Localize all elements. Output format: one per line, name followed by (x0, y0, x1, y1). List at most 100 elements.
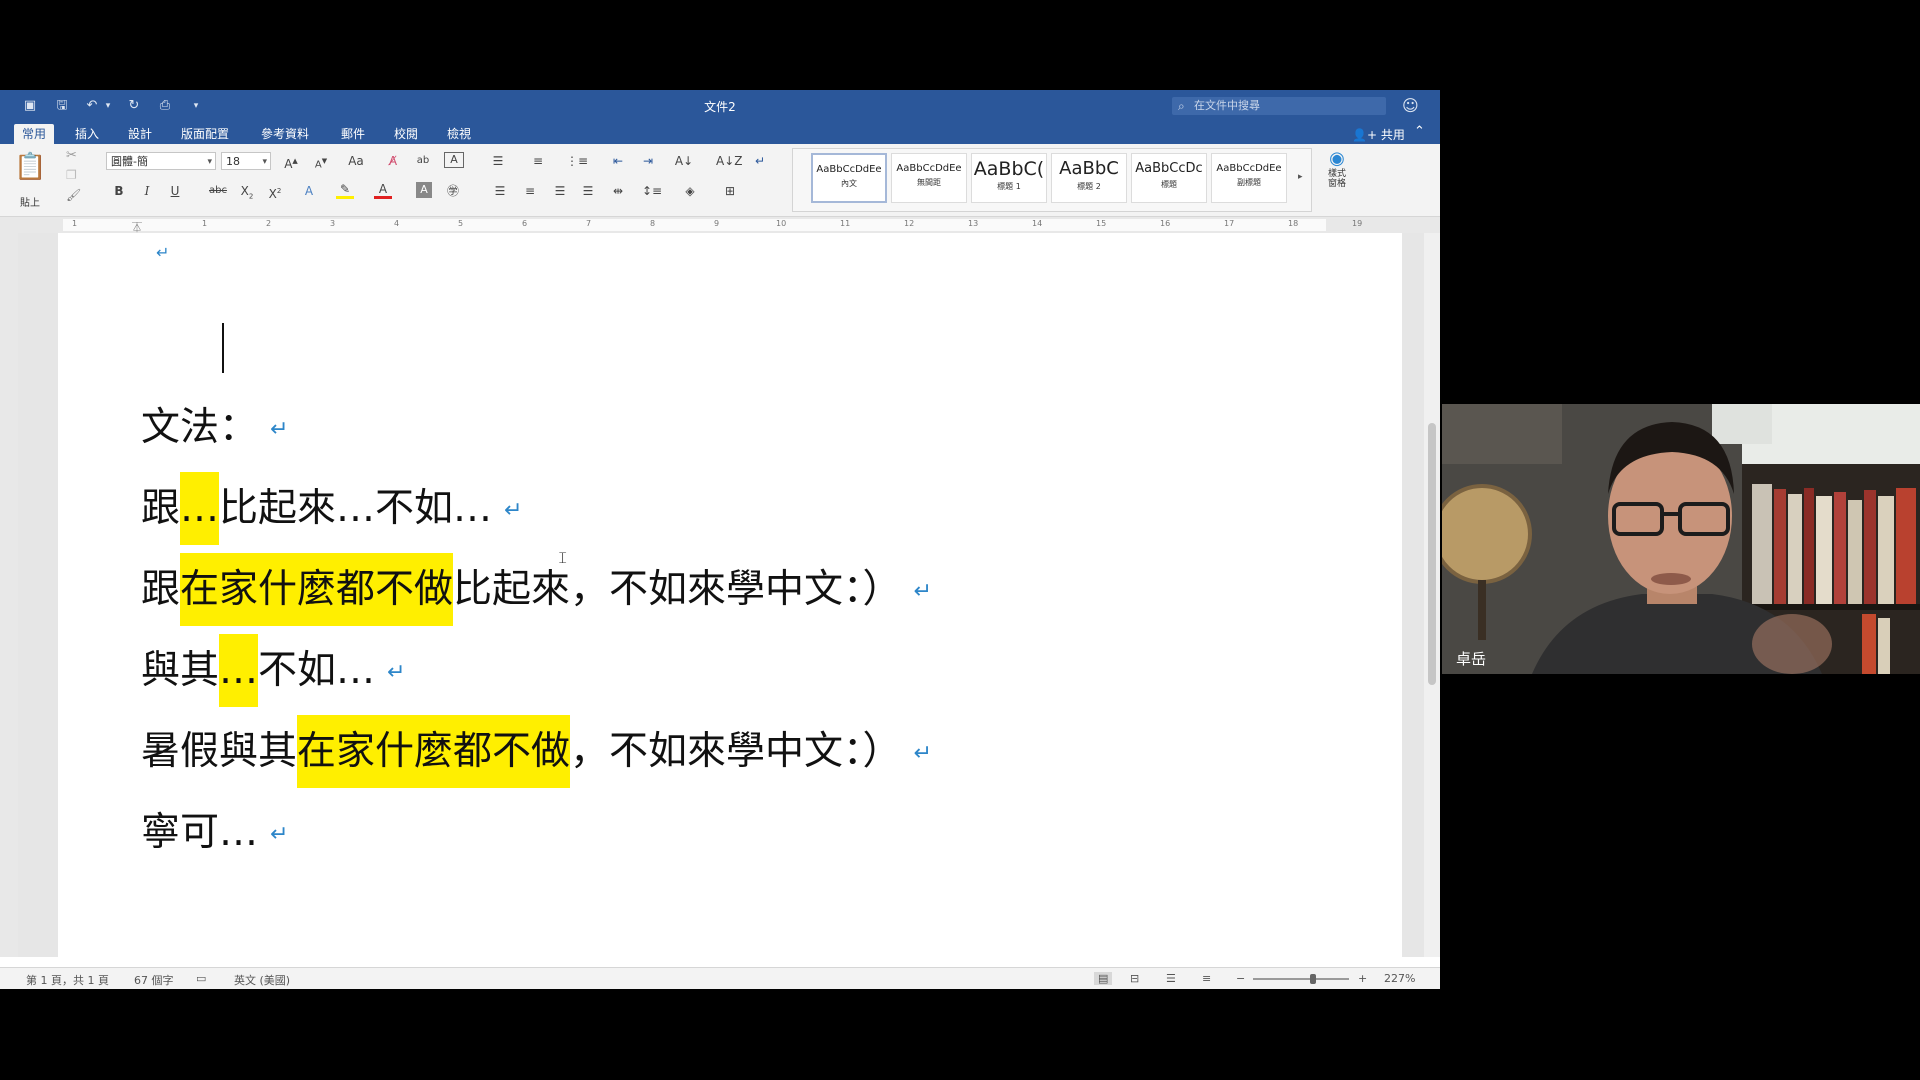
style-normal[interactable]: AaBbCcDdEe 內文 (811, 153, 887, 203)
justify-icon[interactable]: ☰ (578, 182, 598, 200)
ruler-number: 17 (1224, 219, 1235, 228)
font-color-icon[interactable]: A (374, 182, 392, 199)
outline-view-icon[interactable]: ☰ (1166, 972, 1176, 985)
increase-indent-icon[interactable]: ⇥ (638, 152, 658, 170)
decrease-indent-icon[interactable]: ⇤ (608, 152, 628, 170)
styles-more-icon[interactable]: ▸ (1298, 172, 1303, 182)
paragraph-mark: ↵ (270, 416, 289, 442)
style-subtitle[interactable]: AaBbCcDdEe 副標題 (1211, 153, 1287, 203)
tab-view[interactable]: 檢視 (439, 124, 479, 144)
line-spacing-icon[interactable]: ↕≡ (640, 182, 664, 200)
show-paragraph-marks-icon[interactable]: ↵ (750, 152, 770, 170)
ruler-number: 9 (714, 219, 720, 228)
ruler-number: 19 (1352, 219, 1363, 228)
styles-pane-button[interactable]: ◉ 樣式 窗格 (1320, 148, 1354, 210)
font-size-select[interactable]: 18 (221, 152, 271, 171)
highlighted-text: … (180, 472, 220, 545)
print-layout-view-icon[interactable]: ▤ (1094, 972, 1113, 985)
zoom-out-icon[interactable]: − (1236, 972, 1245, 985)
proofing-icon[interactable]: ▭ (196, 972, 206, 985)
feedback-smiley-icon[interactable]: ☺ (1402, 96, 1419, 115)
zoom-slider[interactable] (1253, 978, 1349, 980)
style-no-spacing-preview: AaBbCcDdEe (896, 163, 962, 174)
character-shading-icon[interactable]: A (416, 182, 432, 198)
status-bar: 第 1 頁，共 1 頁 67 個字 ▭ 英文 (美國) ▤ ⊟ ☰ ≡ − + … (0, 967, 1440, 989)
ruler-number: 1 (202, 219, 208, 228)
strikethrough-icon[interactable]: abc (206, 182, 230, 200)
format-painter-icon[interactable]: 🖌 (66, 188, 81, 202)
tab-insert[interactable]: 插入 (67, 124, 107, 144)
sort-icon[interactable]: A↓Z (716, 152, 742, 170)
shrink-font-icon[interactable]: A▼ (310, 152, 332, 170)
bold-icon[interactable]: B (110, 182, 128, 200)
zoom-level[interactable]: 227% (1384, 972, 1415, 985)
style-heading-2[interactable]: AaBbC 標題 2 (1051, 153, 1127, 203)
vertical-scrollbar[interactable] (1424, 233, 1440, 957)
distributed-icon[interactable]: ⇹ (608, 182, 628, 200)
collapse-ribbon-icon[interactable]: ⌃ (1414, 124, 1425, 139)
search-input[interactable]: ⌕ 在文件中搜尋 (1172, 97, 1386, 115)
ruler-number: 15 (1096, 219, 1107, 228)
zoom-slider-thumb[interactable] (1310, 974, 1316, 984)
align-right-icon[interactable]: ☰ (550, 182, 570, 200)
highlight-color-icon[interactable]: ✎ (336, 182, 354, 199)
doc-line-1[interactable]: 文法： ↵ (141, 403, 288, 453)
ruler-number: 8 (650, 219, 656, 228)
line-text: ，不如來學中文：） (570, 729, 902, 774)
style-no-spacing[interactable]: AaBbCcDdEe 無間距 (891, 153, 967, 203)
change-case-icon[interactable]: Aa (344, 152, 368, 170)
text-direction-icon[interactable]: A↓ (674, 152, 694, 170)
clear-formatting-icon[interactable]: A̸ (382, 152, 404, 170)
doc-line-6[interactable]: 寧可… ↵ (141, 808, 288, 858)
zoom-in-icon[interactable]: + (1358, 972, 1367, 985)
multilevel-list-icon[interactable]: ⋮≡ (566, 152, 588, 170)
word-count[interactable]: 67 個字 (134, 972, 174, 988)
share-button[interactable]: 👤+ 共用 (1352, 126, 1405, 143)
character-border-icon[interactable]: A (444, 152, 464, 168)
style-title[interactable]: AaBbCcDc 標題 (1131, 153, 1207, 203)
phonetic-guide-icon[interactable]: ab (412, 152, 434, 170)
borders-icon[interactable]: ⊞ (718, 182, 742, 200)
line-text: 跟 (141, 486, 181, 531)
subscript-icon[interactable]: X2 (238, 182, 256, 200)
scrollbar-thumb[interactable] (1428, 423, 1436, 685)
page-count[interactable]: 第 1 頁，共 1 頁 (26, 972, 109, 988)
draft-view-icon[interactable]: ≡ (1202, 972, 1211, 985)
tab-references[interactable]: 參考資料 (253, 124, 317, 144)
ruler-number: 3 (330, 219, 336, 228)
style-no-spacing-name: 無間距 (917, 178, 941, 187)
web-layout-view-icon[interactable]: ⊟ (1130, 972, 1139, 985)
grow-font-icon[interactable]: A▲ (280, 152, 302, 171)
superscript-icon[interactable]: X2 (266, 182, 284, 201)
text-effects-icon[interactable]: A (300, 182, 318, 200)
enclose-characters-icon[interactable]: ㊫ (444, 182, 462, 200)
paste-icon[interactable]: 📋 (14, 152, 46, 182)
tab-layout[interactable]: 版面配置 (173, 124, 237, 144)
language-indicator[interactable]: 英文 (美國) (234, 972, 290, 988)
doc-line-2[interactable]: 跟…比起來…不如… ↵ (141, 472, 522, 545)
doc-line-3[interactable]: 跟在家什麼都不做比起來，不如來學中文：） ↵ (141, 553, 932, 626)
shading-icon[interactable]: ◈ (680, 182, 700, 200)
style-heading-1[interactable]: AaBbC( 標題 1 (971, 153, 1047, 203)
doc-line-5[interactable]: 暑假與其在家什麼都不做，不如來學中文：） ↵ (141, 715, 932, 788)
align-center-icon[interactable]: ≡ (520, 182, 540, 200)
underline-icon[interactable]: U (166, 182, 184, 200)
tab-review[interactable]: 校閱 (386, 124, 426, 144)
numbering-icon[interactable]: ≡ (528, 152, 548, 170)
video-tile[interactable]: 卓岳 (1442, 404, 1920, 674)
bullets-icon[interactable]: ☰ (488, 152, 508, 170)
copy-icon[interactable]: ❐ (66, 168, 77, 182)
horizontal-ruler[interactable]: 1 ⏄ 1 2 3 4 5 6 7 8 9 10 11 12 13 14 15 … (0, 217, 1440, 234)
align-left-icon[interactable]: ☰ (490, 182, 510, 200)
vertical-ruler[interactable] (0, 233, 18, 957)
indent-marker-icon[interactable]: ⏄ (132, 219, 142, 234)
doc-line-4[interactable]: 與其…不如… ↵ (141, 634, 405, 707)
style-normal-name: 內文 (841, 179, 857, 188)
cut-icon[interactable]: ✂ (66, 148, 77, 163)
tab-home[interactable]: 常用 (14, 124, 55, 144)
font-name-select[interactable]: 圓體-簡 (106, 152, 216, 171)
ruler-number: 2 (266, 219, 272, 228)
tab-mailings[interactable]: 郵件 (333, 124, 373, 144)
italic-icon[interactable]: I (138, 182, 156, 200)
tab-design[interactable]: 設計 (120, 124, 160, 144)
